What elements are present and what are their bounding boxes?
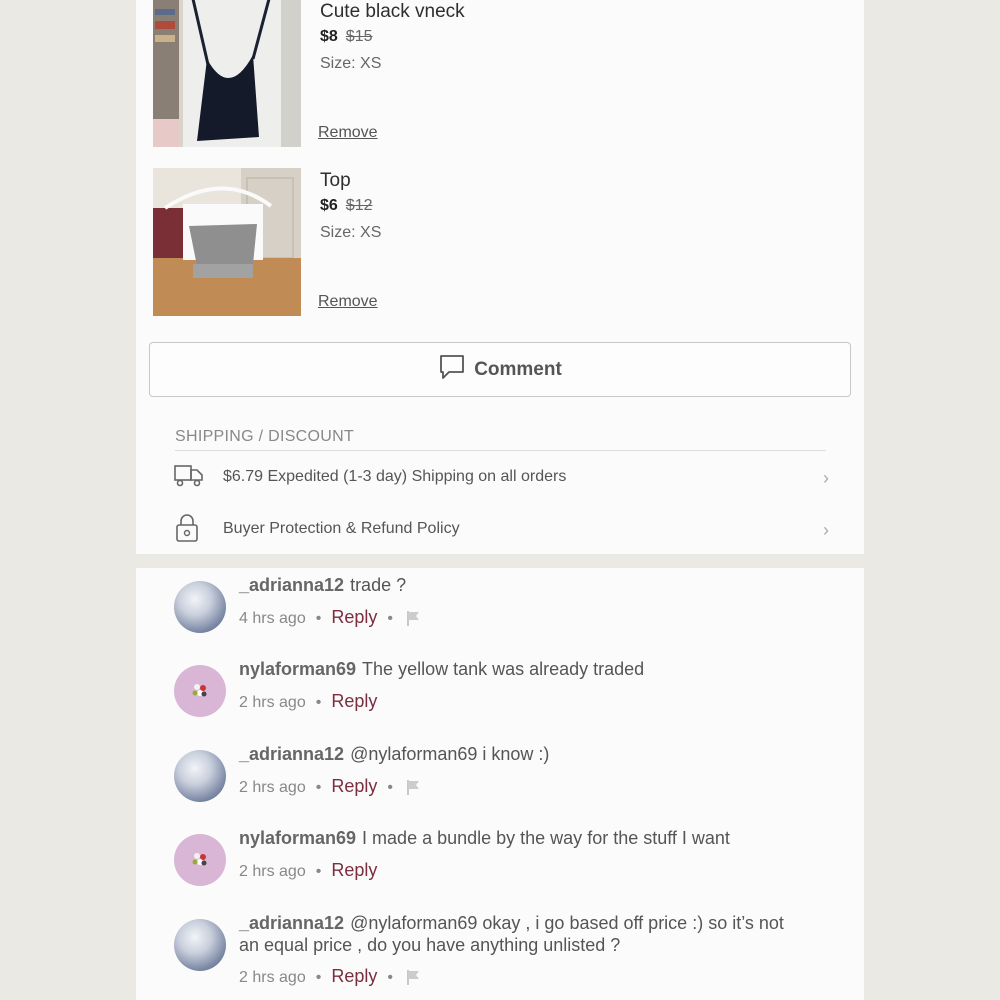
item-price: $6 $12	[320, 197, 373, 215]
comment-username[interactable]: nylaforman69	[239, 828, 356, 848]
separator-dot: •	[387, 969, 393, 986]
original-price: $15	[345, 28, 373, 45]
buyer-protection-text: Buyer Protection & Refund Policy	[223, 520, 460, 537]
reply-link[interactable]: Reply	[331, 776, 377, 796]
comment-button[interactable]: Comment	[149, 342, 851, 397]
comment-body: nylaforman69 I made a bundle by the way f…	[239, 827, 799, 849]
flag-icon[interactable]	[405, 778, 423, 801]
separator-dot: •	[315, 610, 322, 627]
comment-body: _adrianna12 @nylaforman69 okay , i go bas…	[239, 912, 799, 956]
chevron-right-icon: ›	[823, 468, 829, 488]
lock-icon	[173, 512, 201, 549]
comment-username[interactable]: _adrianna12	[239, 913, 344, 933]
comment-username[interactable]: _adrianna12	[239, 575, 344, 595]
comment-text: trade ?	[350, 575, 407, 595]
remove-link[interactable]: Remove	[318, 124, 378, 142]
avatar[interactable]	[174, 750, 226, 802]
comment-button-label: Comment	[474, 358, 562, 380]
bundle-item: Cute black vneck $8 $15 Size: XS Remove	[153, 0, 753, 149]
comment-body: _adrianna12 trade ?	[239, 574, 799, 596]
bundle-card: Cute black vneck $8 $15 Size: XS Remove T…	[136, 0, 864, 554]
comment-time: 2 hrs ago	[239, 863, 306, 880]
comment-username[interactable]: nylaforman69	[239, 659, 356, 679]
flag-icon[interactable]	[405, 968, 423, 991]
comment-meta: 2 hrs ago • Reply	[239, 691, 377, 712]
comment-meta: 4 hrs ago • Reply •	[239, 607, 423, 632]
comment-body: nylaforman69 The yellow tank was already …	[239, 658, 799, 680]
remove-link[interactable]: Remove	[318, 293, 378, 311]
avatar[interactable]	[174, 581, 226, 633]
comment-meta: 2 hrs ago • Reply •	[239, 966, 423, 991]
buyer-protection-row[interactable]: Buyer Protection & Refund Policy ›	[173, 512, 829, 548]
separator-dot: •	[387, 779, 393, 796]
item-title[interactable]: Cute black vneck	[320, 1, 465, 23]
avatar[interactable]	[174, 919, 226, 971]
comment-meta: 2 hrs ago • Reply •	[239, 776, 423, 801]
comment-text: I made a bundle by the way for the stuff…	[362, 828, 730, 848]
comment-time: 2 hrs ago	[239, 969, 306, 986]
reply-link[interactable]: Reply	[331, 966, 377, 986]
comment-body: _adrianna12 @nylaforman69 i know :)	[239, 743, 799, 765]
comment-text: The yellow tank was already traded	[362, 659, 645, 679]
comment-text: @nylaforman69 i know :)	[350, 744, 550, 764]
comment-time: 4 hrs ago	[239, 610, 306, 627]
comment-meta: 2 hrs ago • Reply	[239, 860, 377, 881]
comments-card: _adrianna12 trade ? 4 hrs ago • Reply • nyla…	[136, 568, 864, 1000]
flag-icon[interactable]	[405, 609, 423, 632]
item-title[interactable]: Top	[320, 170, 351, 192]
separator-dot: •	[387, 610, 393, 627]
separator-dot: •	[315, 694, 322, 711]
chevron-right-icon: ›	[823, 520, 829, 540]
shipping-row[interactable]: $6.79 Expedited (1-3 day) Shipping on al…	[173, 460, 829, 496]
original-price: $12	[345, 197, 373, 214]
item-size: Size: XS	[320, 224, 382, 241]
item-price: $8 $15	[320, 28, 373, 46]
comment-time: 2 hrs ago	[239, 694, 306, 711]
avatar[interactable]	[174, 834, 226, 886]
reply-link[interactable]: Reply	[331, 607, 377, 627]
reply-link[interactable]: Reply	[331, 691, 377, 711]
current-price: $6	[320, 197, 338, 214]
separator-dot: •	[315, 969, 322, 986]
speech-bubble-icon	[438, 353, 466, 386]
item-thumbnail[interactable]	[153, 0, 301, 147]
separator-dot: •	[315, 779, 322, 796]
avatar[interactable]	[174, 665, 226, 717]
comment-username[interactable]: _adrianna12	[239, 744, 344, 764]
item-thumbnail[interactable]	[153, 168, 301, 316]
shipping-text: $6.79 Expedited (1-3 day) Shipping on al…	[223, 468, 567, 485]
comment-time: 2 hrs ago	[239, 779, 306, 796]
shipping-section-title: SHIPPING / DISCOUNT	[175, 428, 355, 445]
item-size: Size: XS	[320, 55, 382, 72]
separator-dot: •	[315, 863, 322, 880]
bundle-item: Top $6 $12 Size: XS Remove	[153, 168, 753, 318]
divider	[175, 450, 826, 451]
current-price: $8	[320, 28, 338, 45]
reply-link[interactable]: Reply	[331, 860, 377, 880]
truck-icon	[173, 460, 205, 495]
